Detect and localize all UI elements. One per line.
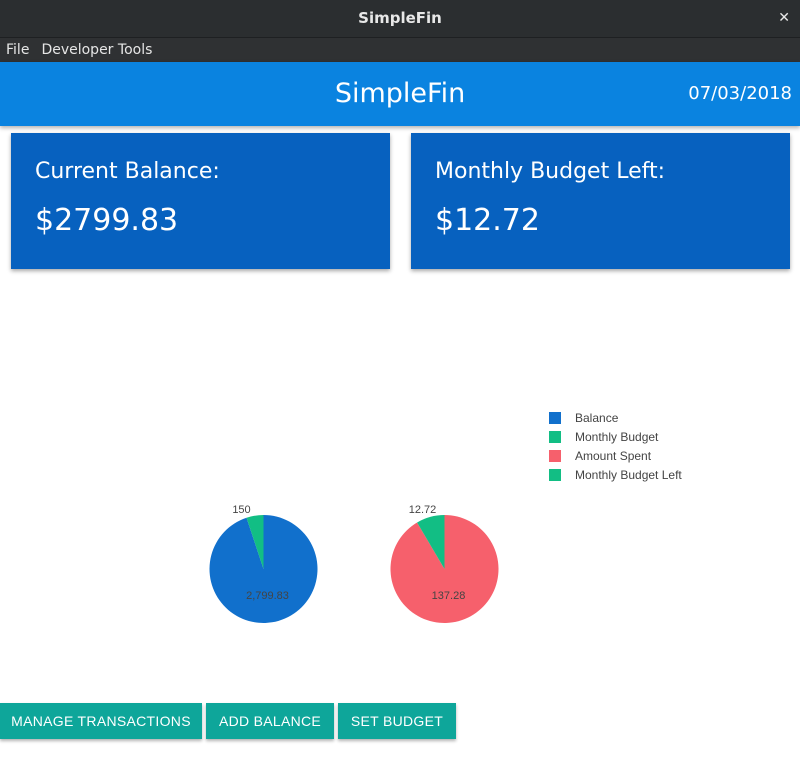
legend-swatch-amount-spent <box>549 450 561 462</box>
budget-left-value: $12.72 <box>435 203 540 238</box>
pie-slice-balance <box>209 515 318 624</box>
legend-swatch-monthly-budget <box>549 431 561 443</box>
menu-bar: File Developer Tools <box>0 37 800 62</box>
header-date: 07/03/2018 <box>688 83 792 104</box>
legend-label-amount-spent: Amount Spent <box>575 449 652 463</box>
data-label-amount-spent: 137.28 <box>432 590 466 602</box>
legend-swatch-monthly-budget-left <box>549 469 561 481</box>
data-label-balance: 2,799.83 <box>246 590 289 602</box>
menu-developer-tools[interactable]: Developer Tools <box>35 38 158 62</box>
menu-file[interactable]: File <box>0 38 35 62</box>
current-balance-card: Current Balance: $2799.83 <box>11 133 390 269</box>
app-header: SimpleFin 07/03/2018 <box>0 62 800 126</box>
pie-charts: Balance Monthly Budget Amount Spent Monthly… <box>209 411 682 624</box>
close-icon[interactable]: ✕ <box>778 0 790 37</box>
app-title: SimpleFin <box>334 78 466 109</box>
data-label-monthly-budget: 150 <box>232 504 250 516</box>
data-label-monthly-budget-left: 12.72 <box>409 504 437 516</box>
current-balance-label: Current Balance: <box>35 159 220 184</box>
budget-left-card: Monthly Budget Left: $12.72 <box>411 133 790 269</box>
window-title: SimpleFin <box>358 9 442 27</box>
legend-label-monthly-budget: Monthly Budget <box>575 430 659 444</box>
window-titlebar: SimpleFin ✕ <box>0 0 800 37</box>
legend-label-monthly-budget-left: Monthly Budget Left <box>575 468 682 482</box>
legend-label-balance: Balance <box>575 411 619 425</box>
budget-left-label: Monthly Budget Left: <box>435 159 666 184</box>
pie-slice-amount-spent <box>390 515 499 623</box>
set-budget-button[interactable]: SET BUDGET <box>338 703 456 739</box>
add-balance-button[interactable]: ADD BALANCE <box>206 703 334 739</box>
legend-swatch-balance <box>549 412 561 424</box>
current-balance-value: $2799.83 <box>35 203 179 238</box>
manage-transactions-button[interactable]: MANAGE TRANSACTIONS <box>0 703 202 739</box>
